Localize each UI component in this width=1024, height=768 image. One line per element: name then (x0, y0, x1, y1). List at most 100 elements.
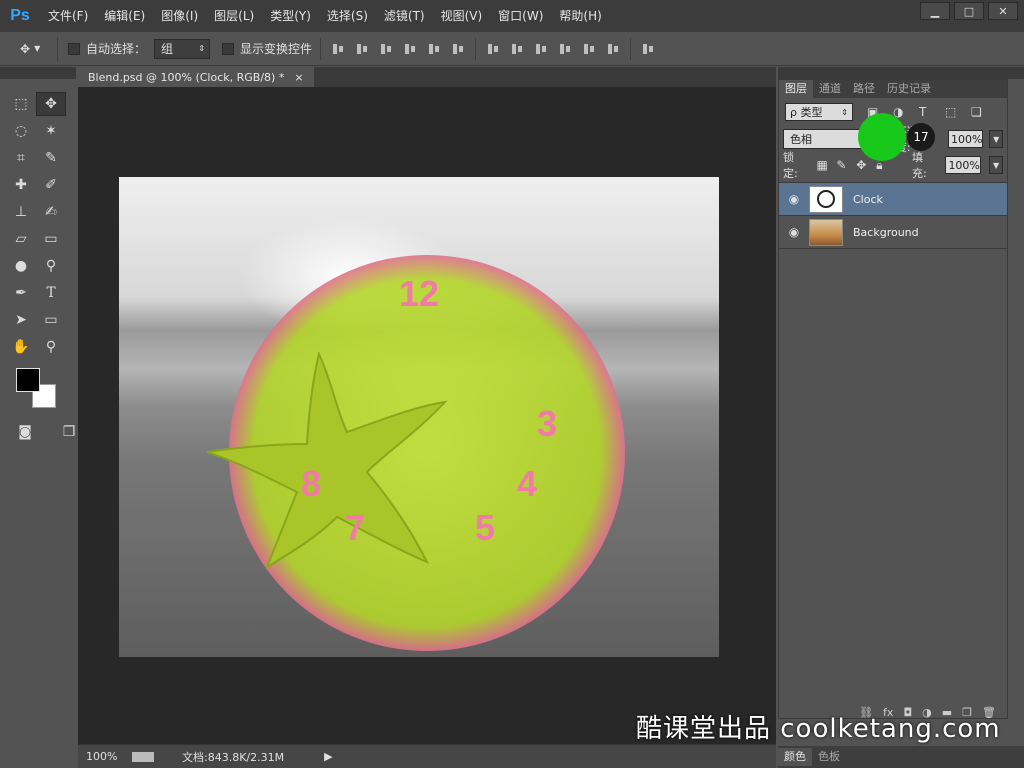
menu-bar: Ps 文件(F) 编辑(E) 图像(I) 图层(L) 类型(Y) 选择(S) 滤… (0, 0, 1024, 32)
layer-row-background[interactable]: ◉ Background (779, 216, 1007, 249)
move-tool-icon[interactable]: ✥ (36, 91, 66, 116)
menu-filter[interactable]: 滤镜(T) (376, 0, 433, 32)
auto-select-label: 自动选择： (86, 42, 147, 56)
menu-select[interactable]: 选择(S) (319, 0, 376, 32)
crop-icon[interactable]: ⌗ (6, 146, 36, 170)
dodge-icon[interactable]: ⚲ (36, 254, 66, 278)
toolbox-header[interactable] (0, 67, 76, 79)
layer-name: Background (853, 225, 919, 239)
auto-align-group (630, 37, 665, 60)
move-tool-preset[interactable]: ✥ ▼ (8, 36, 58, 61)
color-swatches (16, 368, 62, 410)
minimize-button[interactable]: ▁ (920, 2, 950, 20)
status-preview-icon[interactable] (132, 751, 154, 762)
blur-icon[interactable]: ● (6, 254, 36, 278)
rectangle-icon[interactable]: ▭ (36, 308, 66, 332)
quick-mask-icon[interactable]: ◙ (10, 420, 40, 444)
menu-layer[interactable]: 图层(L) (206, 0, 262, 32)
lasso-icon[interactable]: ◌ (6, 119, 36, 143)
menu-edit[interactable]: 编辑(E) (96, 0, 153, 32)
lock-image-icon[interactable]: ✎ (836, 159, 848, 171)
document-title: Blend.psd @ 100% (Clock, RGB/8) * (88, 70, 285, 84)
type-icon[interactable]: T (36, 281, 66, 305)
layer-row-clock[interactable]: ◉ Clock (779, 183, 1007, 216)
updown-icon: ⇕ (198, 44, 206, 53)
close-icon[interactable]: × (294, 71, 303, 84)
menu-help[interactable]: 帮助(H) (551, 0, 609, 32)
filter-smart-icon[interactable]: ❏ (971, 106, 983, 118)
distribute-hcenter-icon[interactable] (582, 42, 596, 56)
step-badge: 17 (907, 123, 935, 151)
menu-file[interactable]: 文件(F) (40, 0, 96, 32)
filter-shape-icon[interactable]: ⬚ (945, 106, 957, 118)
tab-swatches[interactable]: 色板 (812, 748, 846, 766)
document-image[interactable]: 12 3 4 5 7 8 (119, 177, 719, 657)
path-select-icon[interactable]: ➤ (6, 308, 36, 332)
maximize-button[interactable]: □ (954, 2, 984, 20)
hand-icon[interactable]: ✋ (6, 335, 36, 359)
menu-view[interactable]: 视图(V) (433, 0, 491, 32)
opacity-dropdown[interactable]: ▼ (989, 130, 1003, 148)
distribute-top-icon[interactable] (486, 42, 500, 56)
eraser-icon[interactable]: ▱ (6, 227, 36, 251)
lock-position-icon[interactable]: ✥ (856, 159, 868, 171)
eye-icon[interactable]: ◉ (779, 225, 809, 239)
align-hcenter-icon[interactable] (427, 42, 441, 56)
menu-type[interactable]: 类型(Y) (262, 0, 319, 32)
history-brush-icon[interactable]: ✍ (36, 200, 66, 224)
eyedropper-icon[interactable]: ✎ (36, 146, 66, 170)
menu-window[interactable]: 窗口(W) (490, 0, 551, 32)
layer-thumbnail-clock (809, 185, 843, 213)
distribute-left-icon[interactable] (558, 42, 572, 56)
distribute-right-icon[interactable] (606, 42, 620, 56)
stamp-icon[interactable]: ⊥ (6, 200, 36, 224)
align-top-icon[interactable] (331, 42, 345, 56)
foreground-color[interactable] (16, 368, 40, 392)
magic-wand-icon[interactable]: ✶ (36, 119, 66, 143)
show-transform-checkbox[interactable] (222, 42, 235, 55)
close-button[interactable]: ✕ (988, 2, 1018, 20)
touch-indicator (858, 113, 906, 161)
auto-select-checkbox[interactable] (68, 42, 80, 55)
pen-icon[interactable]: ✒ (6, 281, 36, 305)
filter-type-icon[interactable]: T (919, 106, 931, 118)
zoom-level[interactable]: 100% (86, 750, 132, 763)
gradient-icon[interactable]: ▭ (36, 227, 66, 251)
align-right-icon[interactable] (451, 42, 465, 56)
tab-color[interactable]: 颜色 (778, 748, 812, 766)
menu-image[interactable]: 图像(I) (153, 0, 206, 32)
lock-transparent-icon[interactable]: ▦ (816, 159, 828, 171)
distribute-bottom-icon[interactable] (534, 42, 548, 56)
distribute-vcenter-icon[interactable] (510, 42, 524, 56)
options-bar: ✥ ▼ 自动选择： 组 ⇕ 显示变换控件 (0, 32, 1024, 66)
layer-thumbnail-background (809, 218, 843, 246)
align-left-icon[interactable] (403, 42, 417, 56)
brush-icon[interactable]: ✐ (36, 173, 66, 197)
opacity-input[interactable]: 100% (947, 130, 984, 148)
layers-list: ◉ Clock ◉ Background (779, 182, 1007, 249)
align-vcenter-icon[interactable] (355, 42, 369, 56)
marquee-icon[interactable]: ⬚ (6, 92, 36, 116)
tab-channels[interactable]: 通道 (813, 80, 847, 98)
layer-filter-select[interactable]: ρ 类型 ⇕ (785, 103, 853, 121)
clock-number-7: 7 (345, 507, 366, 548)
zoom-icon[interactable]: ⚲ (36, 335, 66, 359)
status-menu-arrow[interactable]: ▶ (324, 750, 332, 763)
mode-row: ◙ ❐ (10, 420, 84, 444)
distribute-group (475, 37, 630, 60)
auto-select-dropdown[interactable]: 组 ⇕ (154, 38, 211, 59)
fill-input[interactable]: 100% (945, 156, 982, 174)
chevron-down-icon: ▼ (34, 44, 41, 53)
document-tab[interactable]: Blend.psd @ 100% (Clock, RGB/8) * × (78, 67, 314, 87)
auto-align-icon[interactable] (641, 42, 655, 56)
panel-header[interactable] (778, 67, 1024, 79)
panel-tabs: 图层 通道 路径 历史记录 (779, 80, 1007, 98)
tab-history[interactable]: 历史记录 (881, 80, 937, 98)
align-bottom-icon[interactable] (379, 42, 393, 56)
healing-icon[interactable]: ✚ (6, 173, 36, 197)
eye-icon[interactable]: ◉ (779, 192, 809, 206)
tab-layers[interactable]: 图层 (779, 80, 813, 98)
tab-paths[interactable]: 路径 (847, 80, 881, 98)
fill-dropdown[interactable]: ▼ (989, 156, 1003, 174)
starfish-image (207, 352, 448, 570)
